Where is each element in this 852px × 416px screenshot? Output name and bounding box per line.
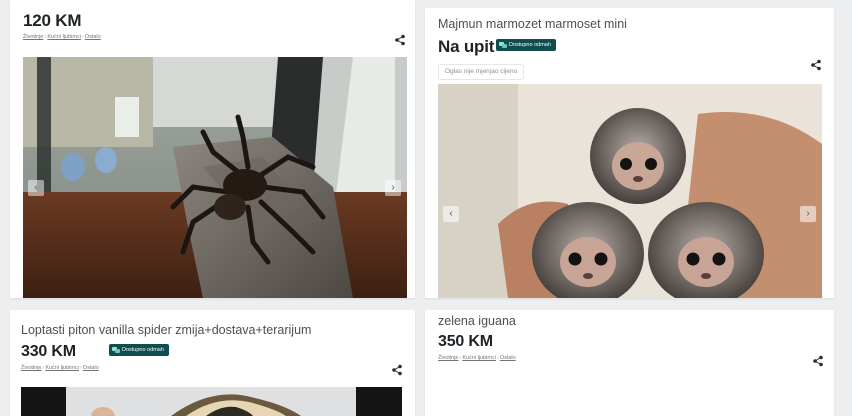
listing-card[interactable]: Loptasti piton vanilla spider zmija+dost… <box>10 310 415 416</box>
marmoset-monkeys-in-hand-photo[interactable]: ‹ › <box>438 84 822 298</box>
listing-card[interactable]: zelena iguana 350 KM Životinje›Kućni lju… <box>425 310 834 416</box>
chevron-right-icon[interactable]: › <box>800 206 816 222</box>
ball-python-photo[interactable] <box>21 387 402 416</box>
price-history-note: Ogłas nije mjenjao cijenu <box>438 64 525 80</box>
share-icon[interactable] <box>812 355 824 367</box>
chat-bubbles-icon <box>112 347 120 353</box>
listing-price: 350 KM <box>438 333 493 350</box>
chevron-right-icon[interactable]: › <box>385 180 401 196</box>
breadcrumb-item[interactable]: Ostalo <box>500 355 516 361</box>
listing-title[interactable]: zelena iguana <box>438 314 516 328</box>
breadcrumb-item[interactable]: Životinje <box>21 365 41 371</box>
availability-badge: Dostupno odmah <box>496 39 556 51</box>
share-icon[interactable] <box>391 364 403 376</box>
breadcrumb-item[interactable]: Ostalo <box>83 365 99 371</box>
breadcrumb-item[interactable]: Kućni ljubimci <box>47 34 81 40</box>
badge-label: Dostupno odmah <box>509 42 551 48</box>
listing-title[interactable]: Loptasti piton vanilla spider zmija+dost… <box>21 323 311 337</box>
share-icon[interactable] <box>394 34 406 46</box>
listing-card[interactable]: Majmun marmozet marmoset mini Na upit Do… <box>425 8 834 298</box>
breadcrumb-item[interactable]: Životinje <box>438 355 458 361</box>
breadcrumb-item[interactable]: Kućni ljubimci <box>45 365 79 371</box>
breadcrumb: Životinje›Kućni ljubimci›Ostalo <box>21 365 99 371</box>
listing-price: Na upit <box>438 37 495 56</box>
listing-card[interactable]: 120 KM Životinje›Kućni ljubimci›Ostalo ‹… <box>10 0 415 298</box>
breadcrumb-item[interactable]: Ostalo <box>85 34 101 40</box>
breadcrumb-item[interactable]: Kućni ljubimci <box>462 355 496 361</box>
chevron-left-icon[interactable]: ‹ <box>28 180 44 196</box>
tarantula-in-terrarium-photo[interactable]: ‹ › <box>23 57 407 298</box>
chat-bubbles-icon <box>499 42 507 48</box>
chevron-left-icon[interactable]: ‹ <box>443 206 459 222</box>
share-icon[interactable] <box>810 59 822 71</box>
breadcrumb: Životinje›Kućni ljubimci›Ostalo <box>438 355 516 361</box>
listing-price: 330 KM <box>21 343 76 360</box>
listing-title[interactable]: Majmun marmozet marmoset mini <box>438 17 627 31</box>
listing-price: 120 KM <box>23 11 82 30</box>
breadcrumb-item[interactable]: Životinje <box>23 34 43 40</box>
availability-badge: Dostupno odmah <box>109 344 169 356</box>
badge-label: Dostupno odmah <box>122 347 164 353</box>
breadcrumb: Životinje›Kućni ljubimci›Ostalo <box>23 34 101 40</box>
